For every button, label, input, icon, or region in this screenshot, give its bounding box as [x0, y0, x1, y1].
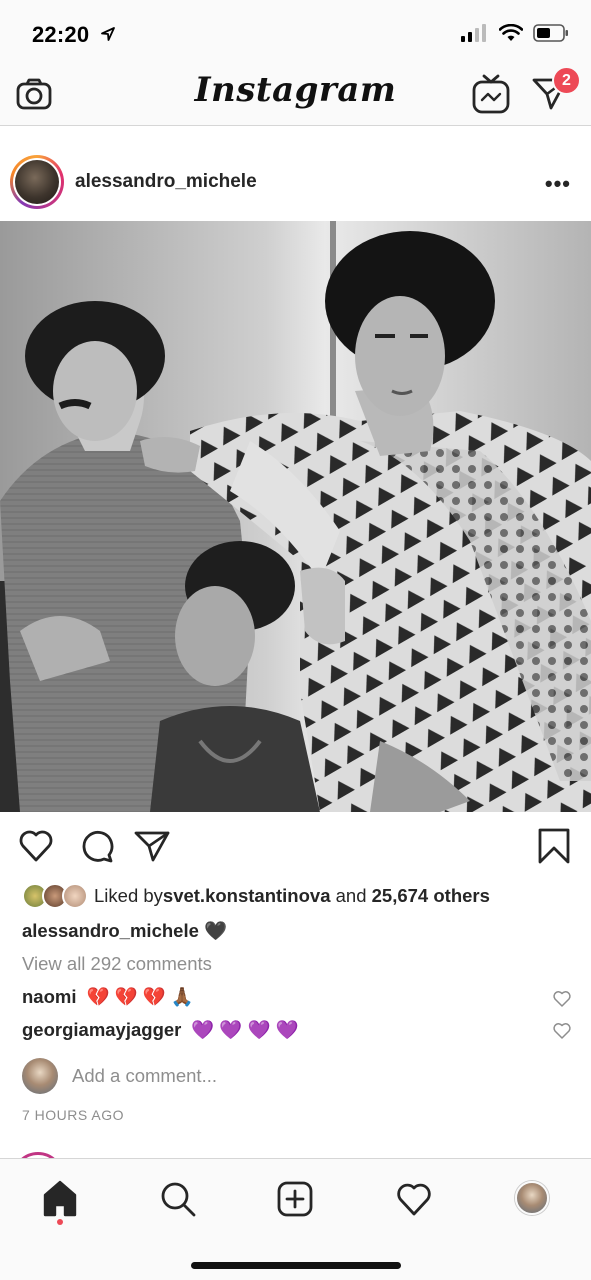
caption-username[interactable]: alessandro_michele — [22, 920, 199, 941]
add-comment-input[interactable]: Add a comment... — [72, 1065, 217, 1087]
share-icon[interactable] — [134, 828, 170, 864]
liker-avatar — [62, 883, 88, 909]
status-time: 22:20 — [32, 22, 90, 47]
likes-middle: and — [330, 885, 372, 906]
bottom-tab-bar — [0, 1158, 591, 1280]
post-photo[interactable] — [0, 221, 591, 812]
post-caption: alessandro_michele 🖤 — [22, 920, 227, 942]
location-arrow-icon — [101, 27, 115, 41]
current-user-avatar — [22, 1058, 58, 1094]
comment-username[interactable]: naomi — [22, 986, 76, 1008]
comment-emoji: 💜 — [191, 1019, 215, 1040]
top-nav: Instagram 2 — [0, 62, 591, 126]
comment-row: georgiamayjagger 💜 💜 💜 💜 — [22, 1019, 299, 1041]
caption-text: 🖤 — [204, 920, 228, 941]
comment-emoji: 💜 — [247, 1019, 271, 1040]
comment-emoji: 💔 — [142, 986, 166, 1007]
battery-icon — [533, 24, 568, 42]
status-bar: 22:20 — [0, 0, 591, 62]
post-author-avatar[interactable] — [10, 155, 64, 209]
post-timestamp: 7 HOURS AGO — [22, 1107, 124, 1123]
comment-emoji: 💔 — [86, 986, 110, 1007]
more-options-icon[interactable]: ••• — [545, 171, 571, 197]
view-all-comments-link[interactable]: View all 292 comments — [22, 953, 212, 975]
home-icon[interactable] — [42, 1179, 78, 1219]
direct-notification-badge: 2 — [552, 66, 581, 95]
profile-tab-avatar[interactable] — [515, 1181, 549, 1215]
post-actions — [0, 828, 591, 868]
likes-count[interactable]: 25,674 others — [372, 885, 490, 907]
comment-like-heart-icon[interactable] — [553, 1022, 571, 1040]
home-activity-dot — [57, 1219, 63, 1225]
comment-like-heart-icon[interactable] — [553, 990, 571, 1008]
comment-emoji: 💔 — [114, 986, 138, 1007]
liked-by-user[interactable]: svet.konstantinova — [163, 885, 331, 907]
add-comment-row[interactable]: Add a comment... — [22, 1058, 217, 1094]
post-header: alessandro_michele ••• — [0, 146, 591, 220]
comment-emoji: 💜 — [219, 1019, 243, 1040]
liker-avatars — [22, 883, 90, 909]
comment-icon[interactable] — [78, 828, 114, 864]
activity-heart-icon[interactable] — [396, 1179, 432, 1219]
comment-emoji: 🙏🏾 — [170, 986, 194, 1007]
likes-prefix: Liked by — [94, 885, 163, 906]
home-indicator — [191, 1262, 401, 1269]
comment-emoji: 💜 — [275, 1019, 299, 1040]
search-icon[interactable] — [160, 1179, 196, 1219]
cellular-signal-icon — [461, 24, 486, 42]
comment-username[interactable]: georgiamayjagger — [22, 1019, 181, 1041]
wifi-icon — [499, 24, 523, 41]
post-photo-image — [0, 221, 591, 812]
igtv-icon[interactable] — [472, 74, 510, 114]
comment-row: naomi 💔 💔 💔 🙏🏾 — [22, 986, 194, 1008]
heart-icon[interactable] — [18, 828, 54, 864]
likes-summary[interactable]: Liked by svet.konstantinova and 25,674 o… — [22, 882, 490, 910]
post-author-username[interactable]: alessandro_michele — [75, 171, 257, 193]
bookmark-icon[interactable] — [536, 828, 572, 864]
new-post-icon[interactable] — [277, 1179, 313, 1219]
